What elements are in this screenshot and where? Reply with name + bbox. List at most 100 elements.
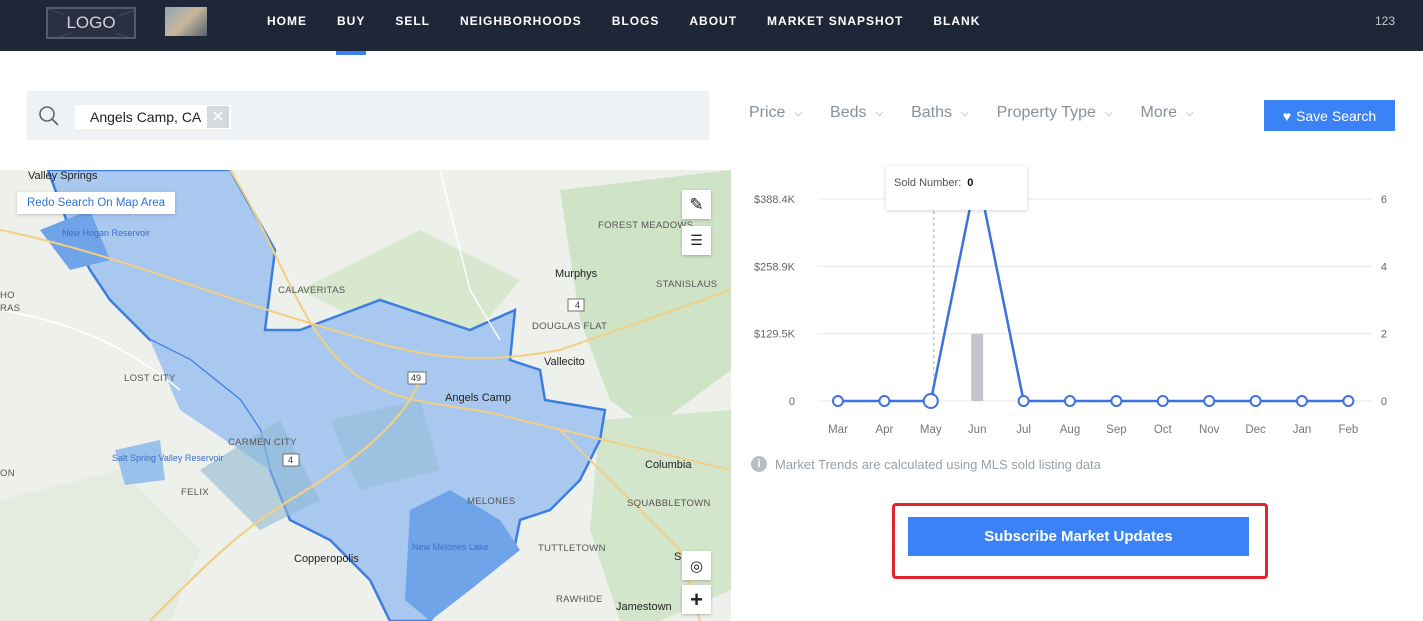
map-label: Murphys: [555, 268, 598, 280]
y-right-tick-label: 6: [1381, 194, 1387, 206]
market-trends-note-text: Market Trends are calculated using MLS s…: [775, 456, 1101, 472]
market-trends-note: i Market Trends are calculated using MLS…: [751, 456, 1101, 472]
x-tick-label: Aug: [1060, 424, 1080, 436]
nav-market-snapshot[interactable]: MARKET SNAPSHOT: [752, 0, 918, 51]
map-label: LOST CITY: [124, 373, 176, 384]
header-thumbnail-image: [165, 7, 207, 36]
x-tick-label: Feb: [1338, 424, 1358, 436]
map-label: Angels Camp: [445, 392, 512, 404]
map-label: RAWHIDE: [556, 594, 603, 605]
sold-number-point: [1203, 395, 1216, 407]
sold-number-point: [1342, 395, 1355, 407]
map-label: Valley Springs: [28, 170, 98, 182]
chevron-down-icon: ⌵: [875, 107, 884, 119]
map-shield-label: 4: [288, 455, 294, 465]
y-right-tick-label: 0: [1381, 396, 1387, 408]
location-chip-label: Angels Camp, CA: [90, 109, 202, 125]
heart-icon: ♥: [1282, 107, 1292, 124]
map-label: S: [674, 551, 682, 563]
nav-neighborhoods[interactable]: NEIGHBORHOODS: [445, 0, 597, 51]
sold-number-point: [832, 395, 844, 407]
chevron-down-icon: ⌵: [794, 107, 803, 119]
map-label: Salt Spring Valley Reservoir: [112, 453, 224, 463]
x-tick-label: Oct: [1154, 424, 1173, 436]
search-bar[interactable]: Angels Camp, CA ✕: [27, 91, 709, 140]
filter-baths-label: Baths: [911, 104, 953, 121]
map-label: FELIX: [181, 487, 209, 498]
map-label: Copperopolis: [294, 553, 359, 565]
sold-number-point: [922, 393, 939, 409]
map-label: FOREST MEADOWS: [598, 220, 694, 231]
sold-number-point: [1249, 395, 1262, 407]
map-shield-label: 49: [411, 373, 422, 383]
filter-baths[interactable]: Baths ⌵: [911, 104, 969, 122]
nav-buy[interactable]: BUY: [322, 0, 380, 55]
filter-beds-label: Beds: [830, 104, 867, 121]
save-search-label: Save Search: [1296, 107, 1377, 124]
sold-price-bar: [971, 333, 984, 401]
main-menu: HOME BUY SELL NEIGHBORHOODS BLOGS ABOUT …: [252, 0, 995, 55]
x-tick-label: Dec: [1245, 424, 1266, 436]
map-label: CALAVERITAS: [278, 285, 346, 296]
info-icon: i: [751, 456, 767, 472]
map-label: RAS: [0, 303, 21, 314]
map-label: DOUGLAS FLAT: [532, 321, 608, 332]
market-trend-chart[interactable]: $388.4K 6 $258.9K 4 $129.5K 2 0 0 Mar Apr May Jun Ju…: [740, 165, 1400, 445]
sold-number-point: [1064, 395, 1076, 407]
map-label: New Melones Lake: [412, 542, 489, 552]
map-view[interactable]: 4 49 4 Valley Springs New Hogan Reservoi…: [0, 170, 731, 621]
nav-blank[interactable]: BLANK: [918, 0, 995, 51]
chevron-down-icon: ⌵: [961, 107, 969, 119]
draw-pencil-icon[interactable]: ✎: [682, 190, 711, 219]
x-tick-label: Mar: [828, 424, 848, 436]
filter-property-type[interactable]: Property Type ⌵: [997, 104, 1113, 122]
x-tick-label: Nov: [1199, 424, 1220, 436]
nav-blogs[interactable]: BLOGS: [597, 0, 675, 51]
map-label: Columbia: [645, 459, 692, 471]
x-tick-label: Sep: [1106, 424, 1126, 436]
x-tick-label: Jul: [1016, 424, 1031, 436]
nav-home[interactable]: HOME: [252, 0, 322, 51]
chevron-down-icon: ⌵: [1104, 107, 1113, 119]
subscribe-market-updates-button[interactable]: Subscribe Market Updates: [908, 517, 1249, 556]
sold-number-point: [1156, 395, 1169, 407]
filter-price[interactable]: Price ⌵: [749, 104, 802, 122]
nav-sell[interactable]: SELL: [380, 0, 445, 51]
map-label: Jamestown: [616, 601, 672, 613]
locate-icon[interactable]: ◎: [682, 551, 711, 580]
filter-more-label: More: [1140, 104, 1177, 121]
filter-price-label: Price: [749, 104, 786, 121]
nav-about[interactable]: ABOUT: [674, 0, 752, 51]
location-chip: Angels Camp, CA ✕: [75, 105, 231, 129]
x-tick-label: Jan: [1293, 424, 1312, 436]
save-search-button[interactable]: ♥ Save Search: [1264, 100, 1395, 131]
tooltip-value: 0: [967, 177, 974, 189]
filter-beds[interactable]: Beds ⌵: [830, 104, 883, 122]
map-shield-label: 4: [575, 300, 581, 310]
map-label: MELONES: [467, 496, 516, 507]
y-left-tick-label: 0: [789, 396, 795, 408]
map-label: STANISLAUS: [656, 279, 718, 290]
x-tick-label: May: [920, 424, 942, 436]
logo[interactable]: LOGO: [46, 7, 136, 39]
remove-chip-icon[interactable]: ✕: [207, 106, 229, 128]
zoom-in-icon[interactable]: +: [682, 585, 711, 614]
y-right-tick-label: 2: [1381, 329, 1387, 341]
y-left-tick-label: $129.5K: [754, 329, 796, 341]
redo-search-button[interactable]: Redo Search On Map Area: [17, 192, 176, 214]
chart-tooltip: Sold Number: 0: [886, 166, 1027, 210]
map-label: New Hogan Reservoir: [62, 228, 151, 238]
map-label: CARMEN CITY: [228, 437, 297, 448]
sold-number-point: [1296, 395, 1308, 407]
search-icon[interactable]: [39, 106, 59, 126]
tooltip-label: Sold Number:: [894, 177, 962, 189]
x-tick-label: Jun: [968, 424, 987, 436]
map-label: TUTTLETOWN: [538, 543, 606, 554]
filter-more[interactable]: More ⌵: [1141, 104, 1194, 122]
nav-right-text[interactable]: 123: [1375, 14, 1395, 28]
layers-icon[interactable]: ☰: [682, 226, 711, 255]
chevron-down-icon: ⌵: [1185, 107, 1194, 119]
map-label: ON: [0, 468, 15, 479]
filter-bar: Price ⌵ Beds ⌵ Baths ⌵ Property Type ⌵ More ⌵: [749, 104, 1222, 122]
top-nav: LOGO HOME BUY SELL NEIGHBORHOODS BLOGS A…: [0, 0, 1423, 55]
